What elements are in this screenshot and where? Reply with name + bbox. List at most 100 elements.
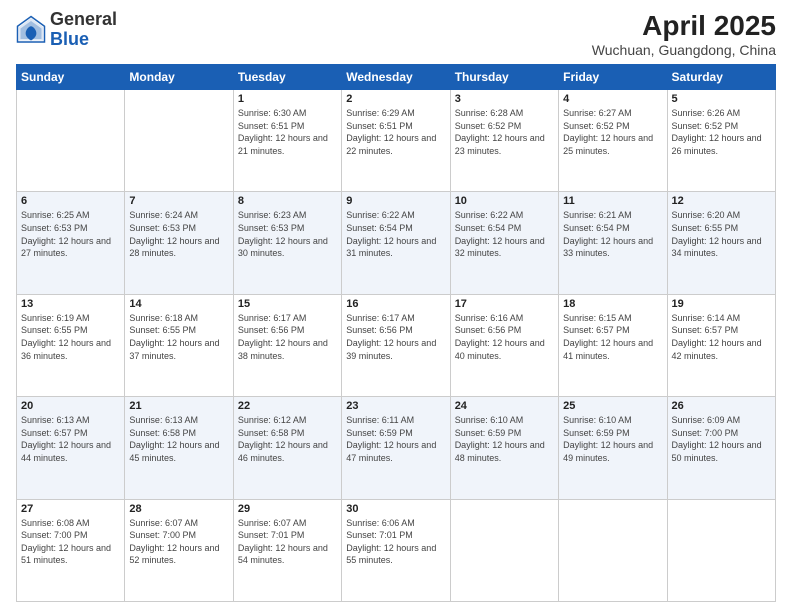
calendar-week-row: 6Sunrise: 6:25 AM Sunset: 6:53 PM Daylig… (17, 192, 776, 294)
day-number: 26 (672, 400, 771, 412)
day-number: 4 (563, 93, 662, 105)
col-monday: Monday (125, 65, 233, 90)
day-number: 21 (129, 400, 228, 412)
table-row: 5 Sunrise: 6:26 AM Sunset: 6:52 PM Daylig… (667, 90, 775, 192)
col-sunday: Sunday (17, 65, 125, 90)
table-row: 20 Sunrise: 6:13 AM Sunset: 6:57 PM Dayli… (17, 397, 125, 499)
table-row: 7 Sunrise: 6:24 AM Sunset: 6:53 PM Daylig… (125, 192, 233, 294)
day-info: Sunrise: 6:11 AM Sunset: 6:59 PM Dayligh… (346, 414, 445, 464)
day-number: 17 (455, 298, 554, 310)
day-info: Sunrise: 6:09 AM Sunset: 7:00 PM Dayligh… (672, 414, 771, 464)
table-row: 4Sunrise: 6:27 AM Sunset: 6:52 PM Daylig… (559, 90, 667, 192)
logo-icon (16, 15, 46, 45)
day-info: Sunrise: 6:17 AM Sunset: 6:56 PM Dayligh… (346, 312, 445, 362)
day-info: Sunrise: 6:22 AM Sunset: 6:54 PM Dayligh… (455, 209, 554, 259)
day-number: 18 (563, 298, 662, 310)
day-info: Sunrise: 6:26 AM Sunset: 6:52 PM Dayligh… (672, 107, 771, 157)
col-tuesday: Tuesday (233, 65, 341, 90)
table-row: 10 Sunrise: 6:22 AM Sunset: 6:54 PM Dayli… (450, 192, 558, 294)
day-number: 15 (238, 298, 337, 310)
calendar-week-row: 27 Sunrise: 6:08 AM Sunset: 7:00 PM Dayli… (17, 499, 776, 601)
col-thursday: Thursday (450, 65, 558, 90)
logo-text: General Blue (50, 10, 117, 50)
day-number: 16 (346, 298, 445, 310)
table-row: 22Sunrise: 6:12 AM Sunset: 6:58 PM Dayli… (233, 397, 341, 499)
day-info: Sunrise: 6:18 AM Sunset: 6:55 PM Dayligh… (129, 312, 228, 362)
table-row: 23 Sunrise: 6:11 AM Sunset: 6:59 PM Dayli… (342, 397, 450, 499)
day-info: Sunrise: 6:23 AM Sunset: 6:53 PM Dayligh… (238, 209, 337, 259)
day-info: Sunrise: 6:30 AM Sunset: 6:51 PM Dayligh… (238, 107, 337, 157)
day-info: Sunrise: 6:07 AM Sunset: 7:01 PM Dayligh… (238, 517, 337, 567)
day-number: 20 (21, 400, 120, 412)
table-row: 28Sunrise: 6:07 AM Sunset: 7:00 PM Dayli… (125, 499, 233, 601)
calendar-subtitle: Wuchuan, Guangdong, China (592, 42, 776, 58)
table-row: 11Sunrise: 6:21 AM Sunset: 6:54 PM Dayli… (559, 192, 667, 294)
day-number: 22 (238, 400, 337, 412)
day-number: 29 (238, 503, 337, 515)
day-info: Sunrise: 6:20 AM Sunset: 6:55 PM Dayligh… (672, 209, 771, 259)
table-row (450, 499, 558, 601)
table-row (667, 499, 775, 601)
day-number: 28 (129, 503, 228, 515)
col-wednesday: Wednesday (342, 65, 450, 90)
calendar-title: April 2025 (592, 10, 776, 42)
table-row: 2 Sunrise: 6:29 AM Sunset: 6:51 PM Daylig… (342, 90, 450, 192)
day-info: Sunrise: 6:10 AM Sunset: 6:59 PM Dayligh… (455, 414, 554, 464)
day-info: Sunrise: 6:16 AM Sunset: 6:56 PM Dayligh… (455, 312, 554, 362)
table-row: 21 Sunrise: 6:13 AM Sunset: 6:58 PM Dayli… (125, 397, 233, 499)
calendar-table: Sunday Monday Tuesday Wednesday Thursday… (16, 64, 776, 602)
col-friday: Friday (559, 65, 667, 90)
table-row: 27 Sunrise: 6:08 AM Sunset: 7:00 PM Dayli… (17, 499, 125, 601)
day-info: Sunrise: 6:28 AM Sunset: 6:52 PM Dayligh… (455, 107, 554, 157)
day-number: 27 (21, 503, 120, 515)
day-number: 13 (21, 298, 120, 310)
table-row: 24 Sunrise: 6:10 AM Sunset: 6:59 PM Dayli… (450, 397, 558, 499)
table-row: 6Sunrise: 6:25 AM Sunset: 6:53 PM Daylig… (17, 192, 125, 294)
day-info: Sunrise: 6:19 AM Sunset: 6:55 PM Dayligh… (21, 312, 120, 362)
day-info: Sunrise: 6:13 AM Sunset: 6:58 PM Dayligh… (129, 414, 228, 464)
calendar-week-row: 1 Sunrise: 6:30 AM Sunset: 6:51 PM Daylig… (17, 90, 776, 192)
day-number: 24 (455, 400, 554, 412)
day-number: 1 (238, 93, 337, 105)
day-number: 8 (238, 195, 337, 207)
day-number: 30 (346, 503, 445, 515)
day-number: 3 (455, 93, 554, 105)
day-number: 14 (129, 298, 228, 310)
day-number: 10 (455, 195, 554, 207)
table-row: 29 Sunrise: 6:07 AM Sunset: 7:01 PM Dayli… (233, 499, 341, 601)
day-info: Sunrise: 6:25 AM Sunset: 6:53 PM Dayligh… (21, 209, 120, 259)
day-info: Sunrise: 6:24 AM Sunset: 6:53 PM Dayligh… (129, 209, 228, 259)
table-row (559, 499, 667, 601)
table-row: 17 Sunrise: 6:16 AM Sunset: 6:56 PM Dayli… (450, 294, 558, 396)
table-row: 12Sunrise: 6:20 AM Sunset: 6:55 PM Dayli… (667, 192, 775, 294)
table-row: 26 Sunrise: 6:09 AM Sunset: 7:00 PM Dayli… (667, 397, 775, 499)
title-block: April 2025 Wuchuan, Guangdong, China (592, 10, 776, 58)
day-number: 5 (672, 93, 771, 105)
table-row: 9Sunrise: 6:22 AM Sunset: 6:54 PM Daylig… (342, 192, 450, 294)
day-info: Sunrise: 6:17 AM Sunset: 6:56 PM Dayligh… (238, 312, 337, 362)
day-info: Sunrise: 6:14 AM Sunset: 6:57 PM Dayligh… (672, 312, 771, 362)
calendar-week-row: 13 Sunrise: 6:19 AM Sunset: 6:55 PM Dayli… (17, 294, 776, 396)
day-info: Sunrise: 6:21 AM Sunset: 6:54 PM Dayligh… (563, 209, 662, 259)
day-info: Sunrise: 6:15 AM Sunset: 6:57 PM Dayligh… (563, 312, 662, 362)
header: General Blue April 2025 Wuchuan, Guangdo… (16, 10, 776, 58)
col-saturday: Saturday (667, 65, 775, 90)
table-row: 19Sunrise: 6:14 AM Sunset: 6:57 PM Dayli… (667, 294, 775, 396)
day-info: Sunrise: 6:29 AM Sunset: 6:51 PM Dayligh… (346, 107, 445, 157)
day-number: 2 (346, 93, 445, 105)
day-number: 9 (346, 195, 445, 207)
day-number: 25 (563, 400, 662, 412)
day-number: 7 (129, 195, 228, 207)
table-row: 8 Sunrise: 6:23 AM Sunset: 6:53 PM Daylig… (233, 192, 341, 294)
day-number: 23 (346, 400, 445, 412)
table-row: 14 Sunrise: 6:18 AM Sunset: 6:55 PM Dayli… (125, 294, 233, 396)
day-info: Sunrise: 6:08 AM Sunset: 7:00 PM Dayligh… (21, 517, 120, 567)
day-info: Sunrise: 6:13 AM Sunset: 6:57 PM Dayligh… (21, 414, 120, 464)
table-row (125, 90, 233, 192)
day-info: Sunrise: 6:10 AM Sunset: 6:59 PM Dayligh… (563, 414, 662, 464)
page: General Blue April 2025 Wuchuan, Guangdo… (0, 0, 792, 612)
table-row: 3 Sunrise: 6:28 AM Sunset: 6:52 PM Daylig… (450, 90, 558, 192)
table-row: 18 Sunrise: 6:15 AM Sunset: 6:57 PM Dayli… (559, 294, 667, 396)
calendar-header-row: Sunday Monday Tuesday Wednesday Thursday… (17, 65, 776, 90)
table-row: 1 Sunrise: 6:30 AM Sunset: 6:51 PM Daylig… (233, 90, 341, 192)
